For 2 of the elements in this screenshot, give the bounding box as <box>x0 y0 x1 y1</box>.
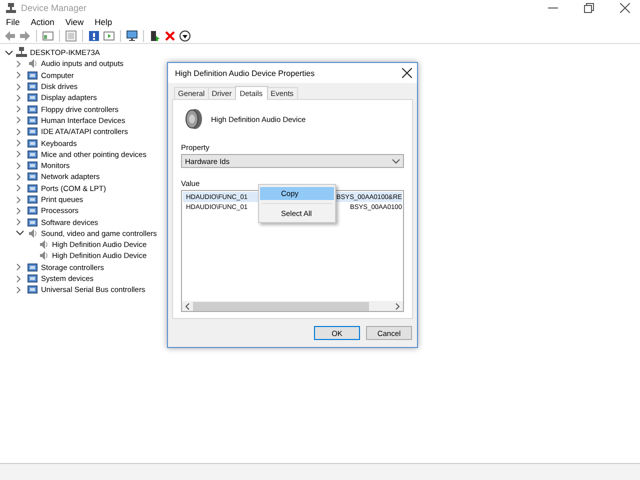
dialog-title: High Definition Audio Device Properties <box>175 68 315 78</box>
window-title: Device Manager <box>21 3 87 13</box>
